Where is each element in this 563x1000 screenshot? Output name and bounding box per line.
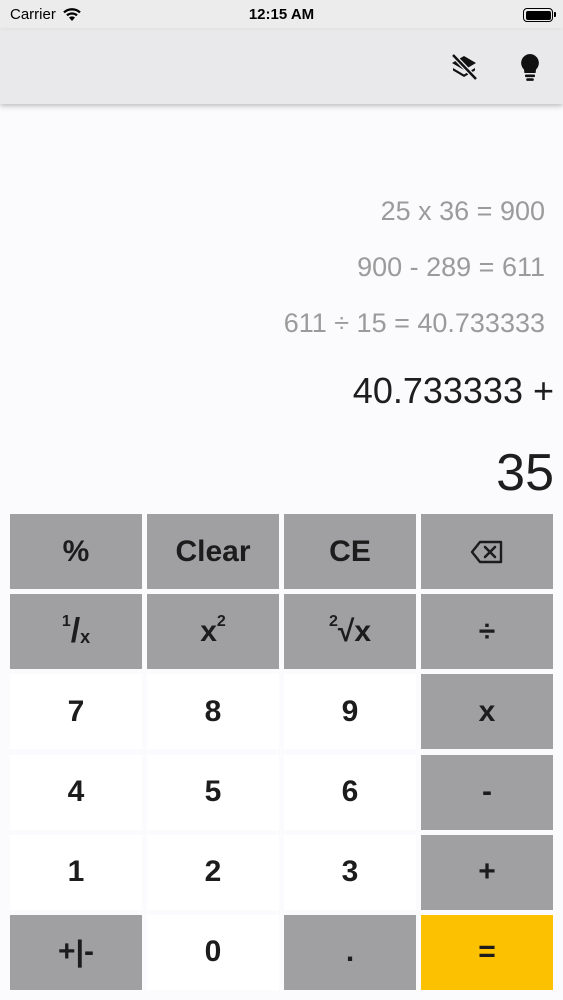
current-expression: 40.733333 +	[352, 370, 554, 411]
add-button[interactable]: +	[421, 834, 553, 910]
square-root-button[interactable]: 2 √x	[284, 594, 416, 670]
key-label: 1	[67, 855, 85, 889]
lightbulb-icon[interactable]	[513, 50, 547, 84]
history-line: 25 x 36 = 900	[380, 196, 545, 226]
key-label: .	[345, 935, 355, 969]
digit-5-button[interactable]: 5	[147, 754, 279, 830]
battery-icon	[523, 8, 556, 22]
key-label: 2	[204, 855, 222, 889]
clock: 12:15 AM	[248, 6, 315, 23]
history-line: 900 - 289 = 611	[357, 252, 545, 282]
subtract-button[interactable]: -	[421, 754, 553, 830]
digit-3-button[interactable]: 3	[284, 834, 416, 910]
key-label: x	[200, 614, 217, 648]
keypad: % Clear CE 1/x x2 2 √x ÷ 7 8 9 x 4 5 6 - …	[10, 514, 553, 990]
key-label: 1	[61, 612, 71, 630]
backspace-button[interactable]	[421, 514, 553, 589]
key-label: 0	[204, 935, 222, 969]
key-label: 3	[341, 855, 359, 889]
divide-button[interactable]: ÷	[421, 594, 553, 670]
key-label: 4	[67, 775, 85, 809]
key-label: %	[62, 534, 90, 568]
digit-4-button[interactable]: 4	[10, 754, 142, 830]
percent-button[interactable]: %	[10, 514, 142, 589]
equals-button[interactable]: =	[421, 914, 553, 990]
current-value: 35	[496, 444, 554, 502]
key-label: 8	[204, 694, 222, 728]
key-label: 7	[67, 694, 85, 728]
digit-1-button[interactable]: 1	[10, 834, 142, 910]
digit-0-button[interactable]: 0	[147, 914, 279, 990]
history-line: 611 ÷ 15 = 40.733333	[283, 308, 545, 338]
reciprocal-button[interactable]: 1/x	[10, 594, 142, 670]
decimal-button[interactable]: .	[284, 914, 416, 990]
digit-2-button[interactable]: 2	[147, 834, 279, 910]
key-label: 2	[216, 612, 226, 630]
backspace-icon	[470, 540, 503, 563]
layers-off-icon[interactable]	[447, 50, 481, 84]
key-label: x	[80, 627, 91, 648]
key-label: -	[482, 775, 492, 809]
key-label: +|-	[58, 935, 94, 969]
digit-9-button[interactable]: 9	[284, 674, 416, 750]
key-label: Clear	[175, 534, 251, 568]
key-label: CE	[329, 534, 371, 568]
digit-8-button[interactable]: 8	[147, 674, 279, 750]
key-label: 2	[328, 612, 338, 630]
digit-7-button[interactable]: 7	[10, 674, 142, 750]
key-label: 9	[341, 694, 359, 728]
key-label: ÷	[478, 614, 496, 648]
digit-6-button[interactable]: 6	[284, 754, 416, 830]
multiply-button[interactable]: x	[421, 674, 553, 750]
status-bar: Carrier 12:15 AM	[0, 0, 563, 30]
key-label: =	[478, 935, 496, 969]
nav-bar	[0, 30, 563, 104]
key-label: √x	[337, 614, 372, 648]
negate-button[interactable]: +|-	[10, 914, 142, 990]
clear-button[interactable]: Clear	[147, 514, 279, 589]
clear-entry-button[interactable]: CE	[284, 514, 416, 589]
key-label: /	[70, 612, 81, 651]
key-label: 6	[341, 775, 359, 809]
key-label: x	[478, 694, 496, 728]
square-button[interactable]: x2	[147, 594, 279, 670]
key-label: 5	[204, 775, 222, 809]
key-label: +	[478, 855, 496, 889]
